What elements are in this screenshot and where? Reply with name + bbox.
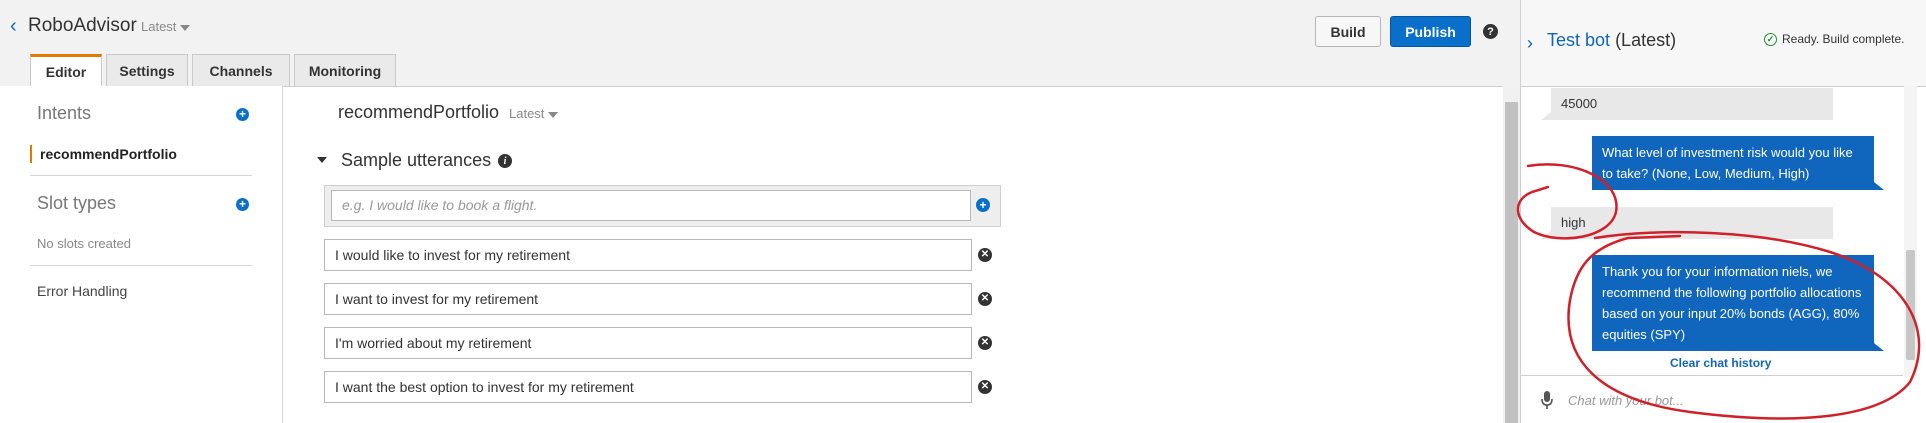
add-slot-type-icon[interactable]: + (236, 198, 249, 211)
test-bot-link[interactable]: Test bot (1547, 30, 1610, 50)
tab-monitoring[interactable]: Monitoring (294, 54, 396, 86)
test-bot-title[interactable]: Test bot (Latest) (1547, 30, 1676, 51)
chevron-left-icon[interactable]: ‹ (10, 16, 17, 36)
add-intent-icon[interactable]: + (236, 108, 249, 121)
intent-version-dropdown[interactable]: Latest (509, 106, 559, 121)
divider (30, 265, 252, 266)
caret-down-icon (548, 111, 559, 118)
intents-heading: Intents (37, 103, 92, 123)
help-icon[interactable]: ? (1483, 24, 1498, 39)
check-circle-icon: ✓ (1764, 33, 1777, 46)
version-label: Latest (141, 19, 177, 34)
divider (30, 175, 252, 176)
editor-scrollbar-thumb[interactable] (1505, 102, 1518, 423)
sample-utterances-heading: Sample utterances (341, 150, 492, 170)
tab-settings[interactable]: Settings (106, 54, 188, 86)
chat-scrollbar-thumb[interactable] (1906, 250, 1915, 360)
utterance-field[interactable]: I want the best option to invest for my … (324, 371, 972, 403)
left-sidebar (0, 86, 283, 423)
remove-utterance-icon[interactable]: ✕ (978, 336, 992, 350)
tab-editor[interactable]: Editor (30, 54, 102, 87)
divider (1521, 375, 1903, 376)
bot-message: Thank you for your information niels, we… (1592, 255, 1884, 351)
caret-down-icon (180, 24, 191, 31)
user-message: high (1541, 207, 1833, 239)
new-utterance-input[interactable]: e.g. I would like to book a flight. (331, 190, 971, 221)
remove-utterance-icon[interactable]: ✕ (978, 248, 992, 262)
clear-chat-history-link[interactable]: Clear chat history (1670, 356, 1771, 370)
user-message: 45000 (1541, 88, 1833, 120)
build-status: Ready. Build complete. (1782, 32, 1905, 46)
utterance-field[interactable]: I would like to invest for my retirement (324, 239, 972, 271)
bot-message: What level of investment risk would you … (1592, 136, 1884, 190)
slot-types-heading: Slot types (37, 193, 117, 213)
build-button[interactable]: Build (1315, 16, 1381, 47)
utterance-field[interactable]: I want to invest for my retirement (324, 283, 972, 315)
remove-utterance-icon[interactable]: ✕ (978, 380, 992, 394)
publish-button[interactable]: Publish (1390, 16, 1471, 47)
sidebar-item-intent[interactable]: recommendPortfolio (30, 145, 177, 163)
utterance-field[interactable]: I'm worried about my retirement (324, 327, 972, 359)
microphone-icon[interactable] (1540, 390, 1554, 415)
collapse-toggle-icon[interactable] (317, 157, 327, 163)
version-dropdown[interactable]: Latest (141, 19, 191, 34)
remove-utterance-icon[interactable]: ✕ (978, 292, 992, 306)
sidebar-item-error-handling[interactable]: Error Handling (37, 283, 127, 299)
bot-name: RoboAdvisor (28, 15, 137, 36)
chevron-right-icon[interactable]: › (1527, 33, 1533, 54)
intent-version-label: Latest (509, 106, 545, 121)
test-bot-version: (Latest) (1615, 30, 1677, 50)
no-slots-text: No slots created (37, 236, 131, 251)
add-utterance-icon[interactable]: + (976, 198, 990, 212)
intent-title: recommendPortfolio (338, 102, 500, 122)
chat-input[interactable]: Chat with your bot... (1568, 390, 1868, 412)
info-icon[interactable]: i (498, 154, 512, 168)
tab-channels[interactable]: Channels (192, 54, 290, 86)
